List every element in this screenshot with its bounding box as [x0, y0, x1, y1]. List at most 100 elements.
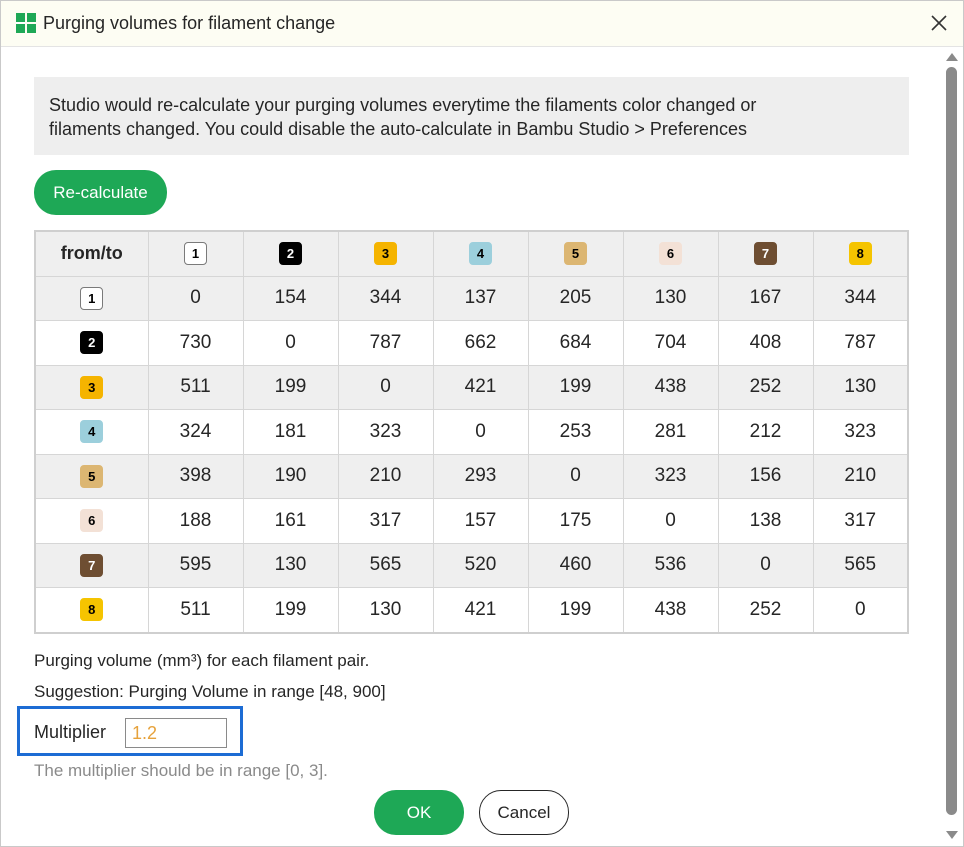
multiplier-input[interactable]	[125, 718, 227, 748]
close-button[interactable]	[923, 7, 955, 39]
vertical-scrollbar[interactable]	[941, 47, 963, 846]
purge-volume-cell[interactable]: 0	[622, 498, 719, 544]
purge-volume-cell[interactable]: 317	[812, 498, 909, 544]
to-filament-header: 5	[527, 230, 624, 277]
purge-volume-cell[interactable]: 421	[432, 364, 529, 410]
scroll-up-arrow-icon[interactable]	[945, 51, 959, 63]
from-filament-header: 1	[34, 275, 149, 321]
purge-volume-cell[interactable]: 0	[147, 275, 244, 321]
notice-line-1: Studio would re-calculate your purging v…	[49, 95, 757, 115]
purge-volume-cell[interactable]: 199	[242, 364, 339, 410]
purge-volume-cell[interactable]: 130	[622, 275, 719, 321]
filament-badge: 1	[80, 286, 104, 310]
purge-volume-cell[interactable]: 408	[717, 320, 814, 366]
purge-volume-cell[interactable]: 565	[337, 542, 434, 588]
purge-volume-cell[interactable]: 130	[337, 587, 434, 633]
purge-volume-cell[interactable]: 252	[717, 587, 814, 633]
unit-caption: Purging volume (mm³) for each filament p…	[34, 651, 370, 670]
close-icon	[931, 15, 947, 31]
recalculate-button[interactable]: Re-calculate	[34, 170, 167, 215]
purge-volume-cell[interactable]: 662	[432, 320, 529, 366]
title-bar: Purging volumes for filament change	[1, 1, 963, 47]
purge-volume-cell[interactable]: 293	[432, 453, 529, 499]
multiplier-range-hint: The multiplier should be in range [0, 3]…	[34, 761, 328, 780]
purge-volume-cell[interactable]: 175	[527, 498, 624, 544]
cancel-button[interactable]: Cancel	[479, 790, 569, 835]
purge-volume-cell[interactable]: 252	[717, 364, 814, 410]
multiplier-highlight: Multiplier	[17, 706, 243, 756]
purge-volume-cell[interactable]: 438	[622, 364, 719, 410]
purge-volume-cell[interactable]: 438	[622, 587, 719, 633]
purge-volume-cell[interactable]: 460	[527, 542, 624, 588]
purge-volume-cell[interactable]: 210	[812, 453, 909, 499]
purge-volume-cell[interactable]: 156	[717, 453, 814, 499]
multiplier-label: Multiplier	[34, 722, 107, 742]
from-filament-header: 7	[34, 542, 149, 588]
purge-volume-cell[interactable]: 199	[242, 587, 339, 633]
purge-volume-cell[interactable]: 536	[622, 542, 719, 588]
purge-volume-cell[interactable]: 0	[717, 542, 814, 588]
purge-volume-cell[interactable]: 0	[812, 587, 909, 633]
purge-volume-cell[interactable]: 323	[622, 453, 719, 499]
purge-volume-cell[interactable]: 565	[812, 542, 909, 588]
filament-badge: 4	[469, 242, 492, 266]
table-header-row: from/to 1 2 3 4 5 6 7 8	[34, 230, 909, 277]
auto-calculate-notice: Studio would re-calculate your purging v…	[34, 77, 909, 155]
purge-volume-cell[interactable]: 0	[527, 453, 624, 499]
purge-volume-cell[interactable]: 157	[432, 498, 529, 544]
purge-volume-cell[interactable]: 205	[527, 275, 624, 321]
purge-volume-table: from/to 1 2 3 4 5 6 7 8 1 0 154 344 137 205 130 167 344 2 7…	[34, 230, 909, 634]
purge-volume-cell[interactable]: 130	[242, 542, 339, 588]
purge-volume-cell[interactable]: 210	[337, 453, 434, 499]
purge-volume-cell[interactable]: 421	[432, 587, 529, 633]
filament-badge: 5	[80, 464, 104, 488]
purge-volume-cell[interactable]: 188	[147, 498, 244, 544]
from-filament-header: 3	[34, 364, 149, 410]
from-filament-header: 8	[34, 587, 149, 633]
purge-volume-cell[interactable]: 704	[622, 320, 719, 366]
purge-volume-cell[interactable]: 154	[242, 275, 339, 321]
purge-volume-cell[interactable]: 520	[432, 542, 529, 588]
from-filament-header: 4	[34, 409, 149, 455]
scroll-down-arrow-icon[interactable]	[945, 829, 959, 841]
purge-volume-cell[interactable]: 212	[717, 409, 814, 455]
filament-badge: 7	[80, 553, 104, 577]
filament-badge: 3	[374, 242, 397, 266]
to-filament-header: 8	[812, 230, 909, 277]
purge-volume-cell[interactable]: 137	[432, 275, 529, 321]
purge-volume-cell[interactable]: 511	[147, 364, 244, 410]
purge-volume-cell[interactable]: 511	[147, 587, 244, 633]
purge-volume-cell[interactable]: 199	[527, 587, 624, 633]
to-filament-header: 7	[717, 230, 814, 277]
purge-volume-cell[interactable]: 324	[147, 409, 244, 455]
purge-volume-cell[interactable]: 0	[432, 409, 529, 455]
purge-volume-cell[interactable]: 161	[242, 498, 339, 544]
purge-volume-cell[interactable]: 595	[147, 542, 244, 588]
scrollbar-thumb[interactable]	[946, 67, 957, 815]
filament-badge: 2	[279, 242, 302, 266]
purge-volume-cell[interactable]: 684	[527, 320, 624, 366]
purge-volume-cell[interactable]: 730	[147, 320, 244, 366]
from-filament-header: 5	[34, 453, 149, 499]
purge-volume-cell[interactable]: 317	[337, 498, 434, 544]
purge-volume-cell[interactable]: 787	[337, 320, 434, 366]
purge-volume-cell[interactable]: 199	[527, 364, 624, 410]
purge-volume-cell[interactable]: 253	[527, 409, 624, 455]
purge-volume-cell[interactable]: 181	[242, 409, 339, 455]
from-filament-header: 6	[34, 498, 149, 544]
purge-volume-cell[interactable]: 130	[812, 364, 909, 410]
purge-volume-cell[interactable]: 0	[242, 320, 339, 366]
purge-volume-cell[interactable]: 344	[812, 275, 909, 321]
purge-volume-cell[interactable]: 323	[337, 409, 434, 455]
purge-volume-cell[interactable]: 138	[717, 498, 814, 544]
purge-volume-cell[interactable]: 190	[242, 453, 339, 499]
purge-volume-cell[interactable]: 323	[812, 409, 909, 455]
purge-volume-cell[interactable]: 0	[337, 364, 434, 410]
purge-volume-cell[interactable]: 167	[717, 275, 814, 321]
purge-volume-cell[interactable]: 344	[337, 275, 434, 321]
to-filament-header: 1	[147, 230, 244, 277]
ok-button[interactable]: OK	[374, 790, 464, 835]
purge-volume-cell[interactable]: 398	[147, 453, 244, 499]
purge-volume-cell[interactable]: 787	[812, 320, 909, 366]
purge-volume-cell[interactable]: 281	[622, 409, 719, 455]
